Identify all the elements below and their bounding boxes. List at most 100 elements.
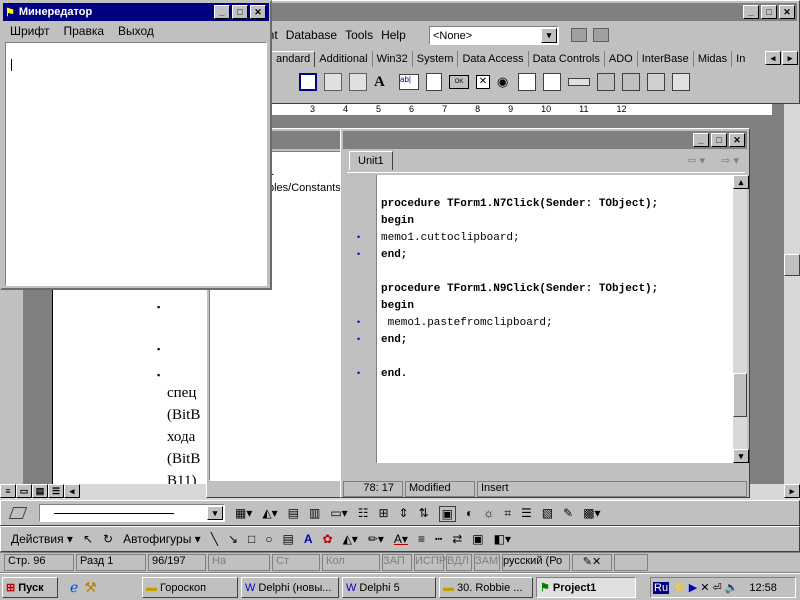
chevron-down-icon[interactable]: ▾ <box>207 506 223 520</box>
dash-style-icon[interactable]: ┅ <box>435 532 442 546</box>
minimize-icon[interactable]: _ <box>693 133 709 147</box>
palette-tab-interbase[interactable]: InterBase <box>638 51 694 67</box>
picture-icon[interactable]: ▣ <box>438 506 456 522</box>
code-line[interactable]: procedure TForm1.N9Click(Sender: TObject… <box>377 281 733 298</box>
start-button[interactable]: ⊞ Пуск <box>2 577 58 598</box>
outline-view-icon[interactable]: ☰ <box>48 484 64 498</box>
line-style-icon[interactable]: ≡ <box>418 532 425 546</box>
memo-textarea[interactable] <box>5 42 267 286</box>
palette-tab-system[interactable]: System <box>413 51 459 67</box>
scrollbar-component-icon[interactable] <box>568 78 590 86</box>
button-component-icon[interactable]: OK <box>449 75 469 89</box>
menu-item-help[interactable]: Help <box>381 28 406 42</box>
panel-component-icon[interactable] <box>647 73 665 91</box>
scroll-thumb[interactable] <box>733 373 747 417</box>
line-color-icon[interactable]: ✏▾ <box>368 532 384 546</box>
align-icon[interactable]: ▭▾ <box>330 506 347 522</box>
code-line[interactable]: end. <box>377 366 733 383</box>
distribute-columns-icon[interactable]: ⊞ <box>378 506 388 522</box>
reset-picture-icon[interactable]: ▩▾ <box>583 506 600 522</box>
actions-menu[interactable]: Действия ▾ <box>11 532 73 546</box>
desktop-save-icon[interactable] <box>571 28 587 42</box>
code-line[interactable] <box>377 179 733 196</box>
breakpoint-dot[interactable]: • <box>357 368 360 378</box>
tree-item[interactable]: bles/Constants <box>268 182 341 194</box>
tray-icon[interactable]: ⚡ <box>672 581 686 594</box>
task-button[interactable]: ▬ Гороскоп <box>142 577 238 598</box>
close-icon[interactable]: ✕ <box>250 5 266 19</box>
font-color-icon[interactable]: A▾ <box>394 532 408 546</box>
clipart-icon[interactable]: ✿ <box>323 532 333 546</box>
minimize-icon[interactable]: _ <box>743 5 759 19</box>
radiogroup-component-icon[interactable] <box>622 73 640 91</box>
menu-item-database[interactable]: Database <box>286 28 337 42</box>
scroll-up-icon[interactable]: ▴ <box>733 175 749 189</box>
code-line[interactable]: memo1.pastefromclipboard; <box>377 315 733 332</box>
autoshapes-menu[interactable]: Автофигуры ▾ <box>123 532 201 546</box>
palette-tab-win32[interactable]: Win32 <box>373 51 413 67</box>
web-view-icon[interactable]: ▭ <box>16 484 32 498</box>
scroll-thumb[interactable] <box>784 254 800 276</box>
contrast-icon[interactable]: ◐ <box>466 506 473 522</box>
media-player-icon[interactable]: ▶ <box>689 581 697 594</box>
close-icon[interactable]: ✕ <box>729 133 745 147</box>
code-line[interactable]: begin <box>377 213 733 230</box>
scroll-down-icon[interactable]: ▾ <box>733 449 749 463</box>
task-button-active[interactable]: ⚑ Project1 <box>536 577 636 598</box>
chevron-left-icon[interactable]: ◂ <box>64 484 80 498</box>
code-line[interactable]: begin <box>377 298 733 315</box>
language-indicator[interactable]: Ru <box>653 581 670 594</box>
select-objects-icon[interactable]: ↖ <box>83 532 93 546</box>
combobox-component-icon[interactable] <box>543 73 561 91</box>
mainmenu-component-icon[interactable] <box>324 73 342 91</box>
textbox-icon[interactable]: ▤ <box>283 532 294 546</box>
fill-color-icon[interactable]: ◭▾ <box>262 506 277 522</box>
arrow-icon[interactable]: ↘ <box>228 532 238 546</box>
breakpoint-dot[interactable]: • <box>357 317 360 327</box>
menu-item-tools[interactable]: Tools <box>345 28 373 42</box>
nav-forward-icon[interactable]: ⇨ ▾ <box>721 154 739 167</box>
desktop-load-icon[interactable] <box>593 28 609 42</box>
radiobutton-component-icon[interactable]: ◉ <box>497 74 511 90</box>
task-button[interactable]: ▬ 30. Robbie ... <box>439 577 533 598</box>
maximize-icon[interactable]: □ <box>232 5 248 19</box>
label-component-icon[interactable]: A <box>374 74 392 91</box>
rectangle-icon[interactable]: □ <box>248 532 255 546</box>
text-direction-icon[interactable]: ⇕ <box>399 506 409 522</box>
crop-icon[interactable]: ⌗ <box>504 506 511 522</box>
palette-tab-ado[interactable]: ADO <box>605 51 638 67</box>
editor-scrollbar[interactable]: ▴ ▾ <box>733 175 749 463</box>
popupmenu-component-icon[interactable] <box>349 73 367 91</box>
chevron-right-icon[interactable]: ▸ <box>784 484 800 498</box>
fill-color-icon[interactable]: ◭▾ <box>343 532 358 546</box>
listbox-component-icon[interactable] <box>518 73 536 91</box>
maximize-icon[interactable]: □ <box>761 5 777 19</box>
eraser-icon[interactable] <box>8 507 28 519</box>
shadow-icon[interactable]: ▣ <box>472 532 483 546</box>
checkbox-component-icon[interactable]: ✕ <box>476 75 490 89</box>
palette-tab-standard[interactable]: andard <box>271 51 316 67</box>
internet-explorer-icon[interactable]: ℯ <box>70 579 78 596</box>
tab-unit1[interactable]: Unit1 <box>349 151 393 170</box>
nav-back-icon[interactable]: ⇦ ▾ <box>687 154 705 167</box>
arrow-style-icon[interactable]: ⇄ <box>452 532 462 546</box>
palette-tab-data-access[interactable]: Data Access <box>458 51 529 67</box>
chevron-left-icon[interactable]: ◂ <box>765 51 781 65</box>
text-wrap-icon[interactable]: ▧ <box>542 506 553 522</box>
chevron-down-icon[interactable]: ▾ <box>541 28 557 43</box>
actionlist-component-icon[interactable] <box>672 73 690 91</box>
maximize-icon[interactable]: □ <box>711 133 727 147</box>
menu-item-edit[interactable]: Правка <box>63 24 104 38</box>
spelling-status-icon[interactable]: ✎✕ <box>572 554 612 571</box>
insert-table-icon[interactable]: ▤ <box>288 506 299 522</box>
merge-cells-icon[interactable]: ▥ <box>309 506 320 522</box>
speaker-icon[interactable]: 🔈 <box>725 581 739 594</box>
palette-tab-data-controls[interactable]: Data Controls <box>529 51 605 67</box>
code-line[interactable]: end; <box>377 332 733 349</box>
menu-item-font[interactable]: Шрифт <box>10 24 49 38</box>
breakpoint-dot[interactable]: • <box>357 249 360 259</box>
minimize-icon[interactable]: _ <box>214 5 230 19</box>
format-picture-icon[interactable]: ✎ <box>563 506 573 522</box>
component-selector-combo[interactable]: <None> ▾ <box>429 26 559 45</box>
word-vertical-scrollbar[interactable] <box>784 104 800 484</box>
